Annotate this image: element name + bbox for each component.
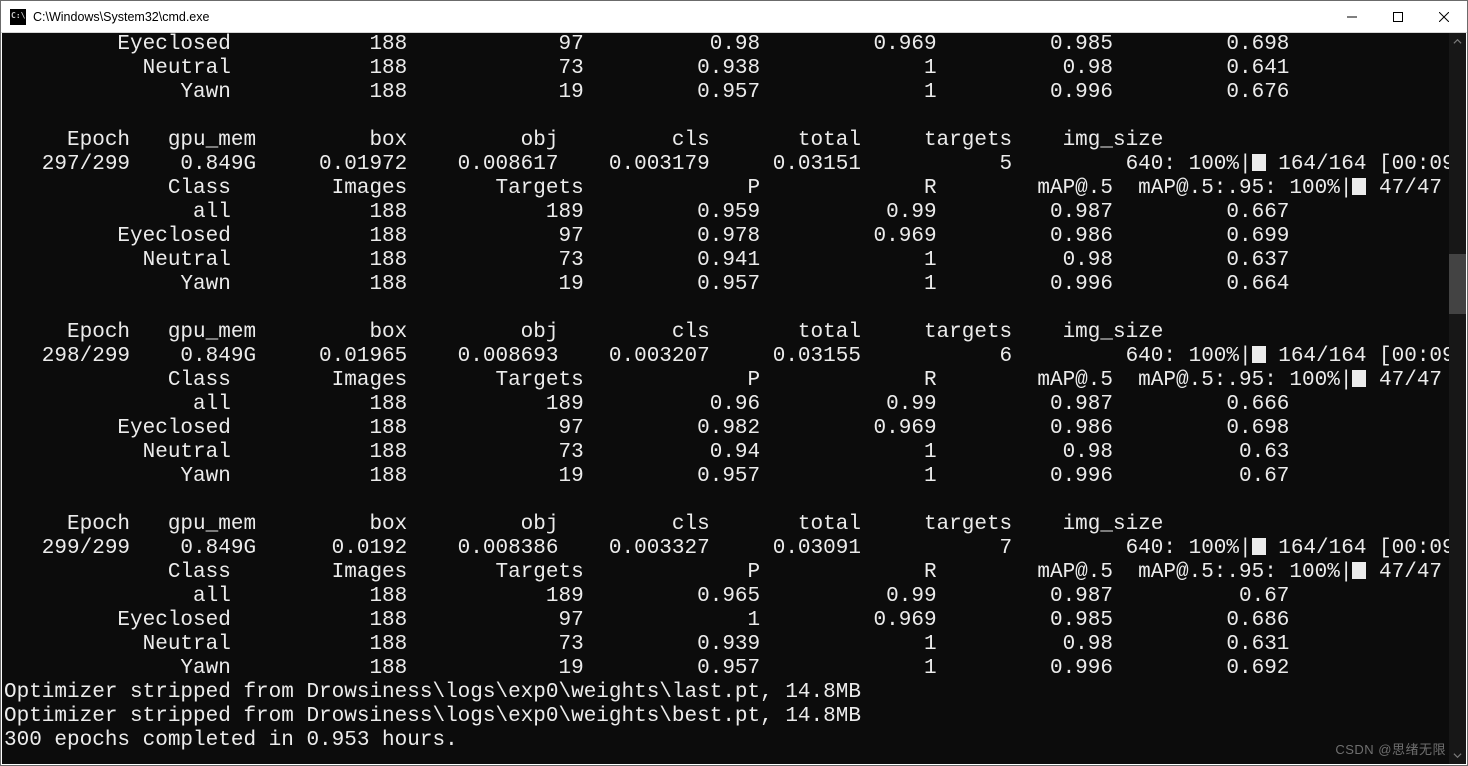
window-controls (1329, 1, 1467, 32)
window-title: C:\Windows\System32\cmd.exe (33, 10, 209, 24)
app-window: C:\Windows\System32\cmd.exe Eyeclosed 18… (0, 0, 1468, 766)
scrollbar-thumb[interactable] (1449, 254, 1466, 314)
close-button[interactable] (1421, 1, 1467, 32)
cmd-icon (10, 9, 26, 25)
scroll-down-arrow-icon[interactable] (1449, 747, 1466, 764)
maximize-button[interactable] (1375, 1, 1421, 32)
scroll-up-arrow-icon[interactable] (1449, 33, 1466, 50)
terminal-output: Eyeclosed 188 97 0.98 0.969 0.985 0.698 … (2, 33, 1466, 753)
minimize-button[interactable] (1329, 1, 1375, 32)
vertical-scrollbar[interactable] (1449, 33, 1466, 764)
watermark-text: CSDN @思绪无限 (1335, 739, 1446, 758)
title-bar[interactable]: C:\Windows\System32\cmd.exe (1, 1, 1467, 33)
terminal-client-area[interactable]: Eyeclosed 188 97 0.98 0.969 0.985 0.698 … (2, 33, 1466, 764)
